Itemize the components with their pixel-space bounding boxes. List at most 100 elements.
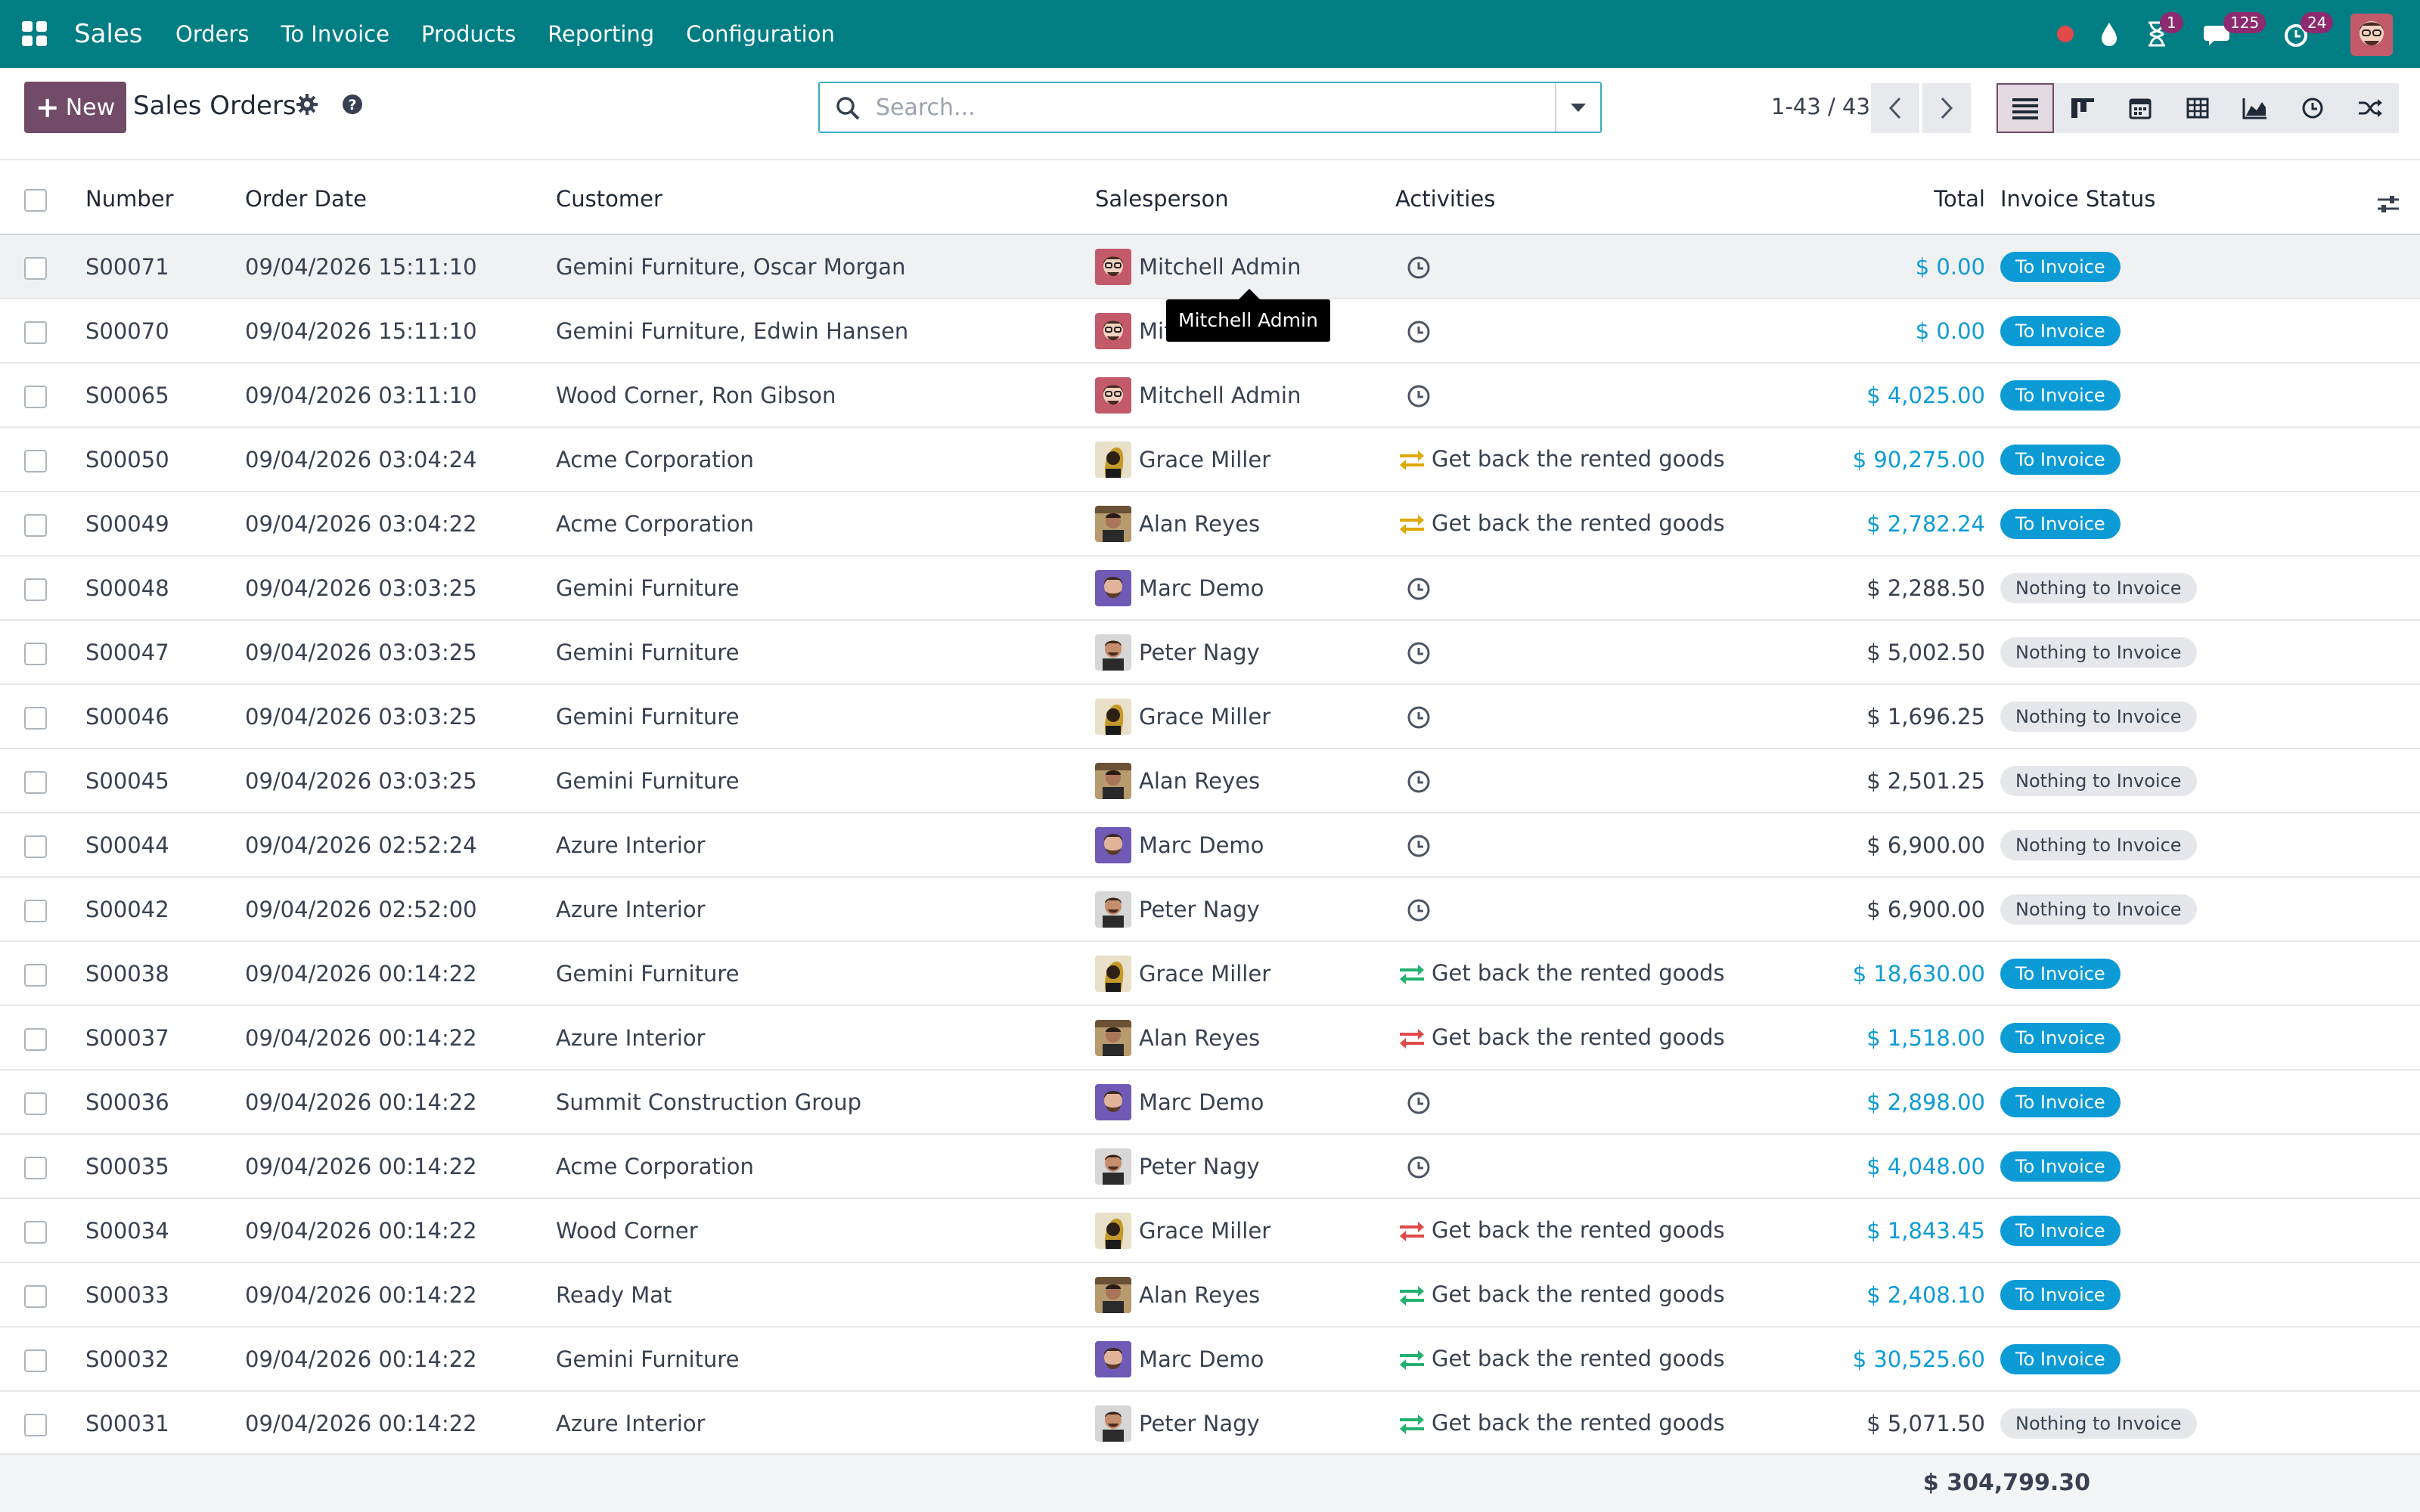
exchange-icon[interactable] [1397,513,1427,537]
clock-icon[interactable] [1406,255,1432,280]
order-date[interactable]: 09/04/2026 00:14:22 [245,1005,556,1070]
avatar[interactable] [1095,1148,1131,1185]
customer[interactable]: Gemini Furniture, Edwin Hansen [556,299,1095,363]
menu-reporting[interactable]: Reporting [548,0,654,68]
clock-icon[interactable] [1406,1090,1432,1116]
avatar[interactable] [1095,1276,1131,1313]
order-date[interactable]: 09/04/2026 03:11:10 [245,363,556,427]
customer[interactable]: Gemini Furniture [556,556,1095,620]
activity-cell[interactable] [1395,620,1811,684]
activity-cell[interactable]: Get back the rented goods [1395,1005,1811,1070]
avatar[interactable] [1095,634,1131,671]
salesperson-cell[interactable]: Marc Demo [1095,1070,1395,1134]
order-date[interactable]: 09/04/2026 02:52:24 [245,813,556,877]
row-checkbox[interactable] [24,513,47,537]
clock-icon[interactable] [1406,640,1432,666]
order-date[interactable]: 09/04/2026 03:03:25 [245,684,556,748]
customer[interactable]: Azure Interior [556,1005,1095,1070]
order-number[interactable]: S00033 [85,1263,245,1327]
avatar[interactable] [1095,1340,1131,1377]
clock-icon[interactable] [1406,383,1432,409]
order-number[interactable]: S00036 [85,1070,245,1134]
order-date[interactable]: 09/04/2026 00:14:22 [245,1263,556,1327]
row-checkbox[interactable] [24,1220,47,1244]
order-number[interactable]: S00046 [85,684,245,748]
row-checkbox[interactable] [24,706,47,730]
row-checkbox[interactable] [24,449,47,472]
activity-summary[interactable]: Get back the rented goods [1432,960,1725,986]
row-checkbox[interactable] [24,770,47,794]
clock-icon[interactable] [1406,319,1432,345]
table-row[interactable]: S00033 09/04/2026 00:14:22 Ready Mat Alan R… [0,1263,2420,1327]
activity-summary[interactable]: Get back the rented goods [1432,446,1725,472]
salesperson-cell[interactable]: Peter Nagy [1095,877,1395,941]
clock-icon[interactable] [1406,1154,1432,1180]
activity-summary[interactable]: Get back the rented goods [1432,1281,1725,1307]
order-number[interactable]: S00047 [85,620,245,684]
salesperson-cell[interactable]: Alan Reyes [1095,491,1395,556]
activity-cell[interactable] [1395,684,1811,748]
activity-summary[interactable]: Get back the rented goods [1432,510,1725,536]
customer[interactable]: Wood Corner, Ron Gibson [556,363,1095,427]
exchange-icon[interactable] [1397,1027,1427,1051]
row-checkbox[interactable] [24,1092,47,1115]
help-icon[interactable]: ? [340,92,365,116]
activity-cell[interactable]: Get back the rented goods [1395,1391,1811,1455]
row-checkbox[interactable] [24,1156,47,1179]
header-invoice-status[interactable]: Invoice Status [1985,163,2420,234]
salesperson-cell[interactable]: Peter Nagy [1095,1391,1395,1455]
row-checkbox[interactable] [24,321,47,344]
header-customer[interactable]: Customer [556,163,1095,234]
order-date[interactable]: 09/04/2026 00:14:22 [245,1391,556,1455]
avatar[interactable] [1095,891,1131,928]
customer[interactable]: Azure Interior [556,813,1095,877]
avatar[interactable] [1095,1019,1131,1056]
order-date[interactable]: 09/04/2026 03:04:22 [245,491,556,556]
activity-cell[interactable]: Get back the rented goods [1395,1327,1811,1391]
avatar[interactable] [1095,505,1131,542]
avatar[interactable] [1095,376,1131,414]
customer[interactable]: Gemini Furniture [556,941,1095,1005]
activity-cell[interactable] [1395,877,1811,941]
header-salesperson[interactable]: Salesperson [1095,163,1395,234]
avatar[interactable] [1095,1212,1131,1249]
order-date[interactable]: 09/04/2026 03:04:24 [245,427,556,491]
header-order-date[interactable]: Order Date [245,163,556,234]
timer-icon[interactable]: 24 [2282,12,2334,50]
customer[interactable]: Gemini Furniture [556,748,1095,813]
row-checkbox[interactable] [24,385,47,408]
order-date[interactable]: 09/04/2026 02:52:00 [245,877,556,941]
menu-to-invoice[interactable]: To Invoice [281,0,389,68]
customer[interactable]: Gemini Furniture [556,620,1095,684]
table-row[interactable]: S00044 09/04/2026 02:52:24 Azure Interior M… [0,813,2420,877]
salesperson-cell[interactable]: Peter Nagy [1095,620,1395,684]
exchange-icon[interactable] [1397,962,1427,987]
clock-icon[interactable] [1406,769,1432,795]
activity-cell[interactable]: Get back the rented goods [1395,1198,1811,1263]
exchange-icon[interactable] [1397,1219,1427,1244]
order-number[interactable]: S00050 [85,427,245,491]
table-row[interactable]: S00037 09/04/2026 00:14:22 Azure Interior A… [0,1005,2420,1070]
order-number[interactable]: S00065 [85,363,245,427]
record-dot-icon[interactable] [2054,18,2077,50]
customer[interactable]: Ready Mat [556,1263,1095,1327]
apps-menu-icon[interactable] [21,20,48,48]
table-row[interactable]: S00032 09/04/2026 00:14:22 Gemini Furnitur… [0,1327,2420,1391]
search-input[interactable] [876,91,1526,124]
activity-cell[interactable] [1395,1070,1811,1134]
search-options-toggle[interactable] [1555,83,1600,132]
row-checkbox[interactable] [24,1349,47,1372]
customer[interactable]: Acme Corporation [556,1134,1095,1198]
activity-cell[interactable] [1395,363,1811,427]
activity-cell[interactable] [1395,299,1811,363]
app-brand[interactable]: Sales [74,0,143,68]
activity-cell[interactable] [1395,1134,1811,1198]
table-row[interactable]: S00042 09/04/2026 02:52:00 Azure Interior P… [0,877,2420,941]
order-number[interactable]: S00071 [85,234,245,299]
pager-next-button[interactable] [1922,83,1971,133]
activity-hourglass-icon[interactable]: 1 [2143,12,2183,50]
avatar[interactable] [1095,826,1131,863]
kanban-view-button[interactable] [2054,83,2111,133]
activity-cell[interactable]: Get back the rented goods [1395,427,1811,491]
order-number[interactable]: S00070 [85,299,245,363]
